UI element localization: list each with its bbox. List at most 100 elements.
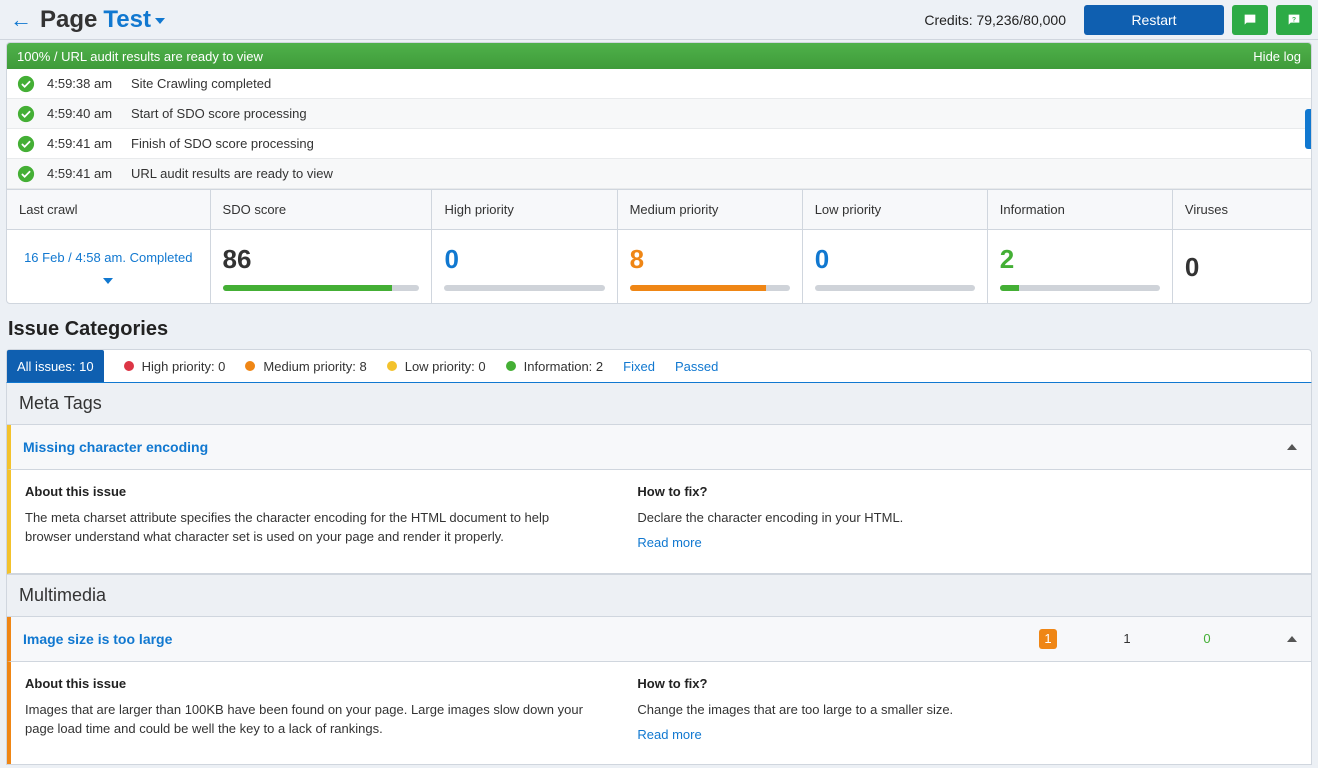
- kpi-high[interactable]: High priority 0: [432, 190, 617, 303]
- log-scroll-handle[interactable]: [1305, 109, 1311, 149]
- about-heading: About this issue: [25, 676, 597, 691]
- about-text: The meta charset attribute specifies the…: [25, 509, 597, 547]
- fix-column: How to fix? Change the images that are t…: [637, 676, 1209, 745]
- progress-bar: [630, 285, 790, 291]
- category-header: Meta Tags: [7, 383, 1311, 425]
- count-value: 1: [1117, 631, 1137, 646]
- tab-high-priority[interactable]: High priority: 0: [124, 350, 226, 382]
- read-more-link[interactable]: Read more: [637, 535, 701, 550]
- log-time: 4:59:41 am: [47, 136, 119, 151]
- kpi-value: 0: [815, 244, 975, 275]
- fix-heading: How to fix?: [637, 484, 1209, 499]
- restart-button[interactable]: Restart: [1084, 5, 1224, 35]
- kpi-head: SDO score: [211, 190, 432, 230]
- log-message: URL audit results are ready to view: [131, 166, 333, 181]
- kpi-info[interactable]: Information 2: [988, 190, 1173, 303]
- page-label: Page: [40, 6, 97, 34]
- kpi-value: 0: [444, 244, 604, 275]
- progress-bar: [815, 285, 975, 291]
- collapse-arrow-icon: [1287, 444, 1297, 450]
- tab-fixed[interactable]: Fixed: [623, 350, 655, 382]
- log-message: Start of SDO score processing: [131, 106, 307, 121]
- collapse-arrow-icon: [1287, 636, 1297, 642]
- about-text: Images that are larger than 100KB have b…: [25, 701, 597, 739]
- read-more-link[interactable]: Read more: [637, 727, 701, 742]
- issue-row[interactable]: Image size is too large 1 1 0: [7, 617, 1311, 662]
- kpi-value: 0: [1185, 252, 1299, 283]
- log-progress-bar: 100% / URL audit results are ready to vi…: [7, 43, 1311, 69]
- issue-categories-card: Meta Tags Missing character encoding Abo…: [6, 383, 1312, 765]
- log-time: 4:59:38 am: [47, 76, 119, 91]
- kpi-medium[interactable]: Medium priority 8: [618, 190, 803, 303]
- kpi-viruses: Viruses 0: [1173, 190, 1311, 303]
- chat-bubble-icon: [1242, 12, 1258, 28]
- project-dropdown[interactable]: Test: [103, 6, 165, 34]
- back-arrow-icon[interactable]: ←: [10, 9, 32, 31]
- count-badge: 1: [1039, 629, 1057, 649]
- check-circle-icon: [17, 105, 35, 123]
- check-circle-icon: [17, 75, 35, 93]
- log-list: 4:59:38 am Site Crawling completed 4:59:…: [7, 69, 1311, 189]
- kpi-head: High priority: [432, 190, 616, 230]
- feedback-button[interactable]: [1232, 5, 1268, 35]
- caret-down-icon: [155, 18, 165, 24]
- kpi-head: Low priority: [803, 190, 987, 230]
- issue-title: Missing character encoding: [11, 425, 1257, 469]
- fix-text: Declare the character encoding in your H…: [637, 509, 1209, 528]
- issue-title: Image size is too large: [11, 617, 1039, 661]
- dot-icon: [387, 361, 397, 371]
- dot-icon: [506, 361, 516, 371]
- issue-body: About this issue The meta charset attrib…: [7, 470, 1311, 574]
- log-row: 4:59:41 am URL audit results are ready t…: [7, 159, 1311, 189]
- issue-counts: 1 1 0: [1039, 629, 1257, 649]
- kpi-head: Medium priority: [618, 190, 802, 230]
- check-circle-icon: [17, 165, 35, 183]
- log-message: Site Crawling completed: [131, 76, 271, 91]
- dot-icon: [124, 361, 134, 371]
- category-header: Multimedia: [7, 574, 1311, 617]
- log-bar-text: 100% / URL audit results are ready to vi…: [17, 49, 263, 64]
- fix-heading: How to fix?: [637, 676, 1209, 691]
- tab-information[interactable]: Information: 2: [506, 350, 604, 382]
- caret-down-icon: [103, 278, 113, 284]
- log-time: 4:59:41 am: [47, 166, 119, 181]
- progress-bar: [1000, 285, 1160, 291]
- hide-log-button[interactable]: Hide log: [1253, 49, 1301, 64]
- section-title: Issue Categories: [8, 318, 1310, 341]
- last-crawl-dropdown[interactable]: 16 Feb / 4:58 am. Completed: [7, 230, 210, 302]
- kpi-head: Last crawl: [7, 190, 210, 230]
- page-title: Page Test: [40, 6, 165, 34]
- issue-tabs: All issues: 10 High priority: 0 Medium p…: [6, 349, 1312, 383]
- fix-column: How to fix? Declare the character encodi…: [637, 484, 1209, 553]
- kpi-low[interactable]: Low priority 0: [803, 190, 988, 303]
- tab-medium-priority[interactable]: Medium priority: 8: [245, 350, 366, 382]
- help-button[interactable]: ?: [1276, 5, 1312, 35]
- tab-passed[interactable]: Passed: [675, 350, 718, 382]
- progress-bar: [444, 285, 604, 291]
- kpi-value: 2: [1000, 244, 1160, 275]
- kpi-row: Last crawl 16 Feb / 4:58 am. Completed S…: [7, 189, 1311, 303]
- kpi-head: Viruses: [1173, 190, 1311, 230]
- log-time: 4:59:40 am: [47, 106, 119, 121]
- help-icon: ?: [1286, 12, 1302, 28]
- page-header: ← Page Test Credits: 79,236/80,000 Resta…: [0, 0, 1318, 40]
- last-crawl-value: 16 Feb / 4:58 am. Completed: [24, 250, 192, 265]
- tab-low-priority[interactable]: Low priority: 0: [387, 350, 486, 382]
- issue-row[interactable]: Missing character encoding: [7, 425, 1311, 470]
- kpi-sdo-score: SDO score 86: [211, 190, 433, 303]
- audit-summary-card: 100% / URL audit results are ready to vi…: [6, 42, 1312, 304]
- log-row: 4:59:38 am Site Crawling completed: [7, 69, 1311, 99]
- progress-bar: [223, 285, 420, 291]
- svg-text:?: ?: [1292, 16, 1296, 23]
- issue-body: About this issue Images that are larger …: [7, 662, 1311, 765]
- fix-text: Change the images that are too large to …: [637, 701, 1209, 720]
- about-heading: About this issue: [25, 484, 597, 499]
- log-message: Finish of SDO score processing: [131, 136, 314, 151]
- tab-all-issues[interactable]: All issues: 10: [7, 350, 104, 382]
- kpi-head: Information: [988, 190, 1172, 230]
- credits-text: Credits: 79,236/80,000: [924, 12, 1066, 28]
- kpi-value: 8: [630, 244, 790, 275]
- dot-icon: [245, 361, 255, 371]
- log-row: 4:59:40 am Start of SDO score processing: [7, 99, 1311, 129]
- log-row: 4:59:41 am Finish of SDO score processin…: [7, 129, 1311, 159]
